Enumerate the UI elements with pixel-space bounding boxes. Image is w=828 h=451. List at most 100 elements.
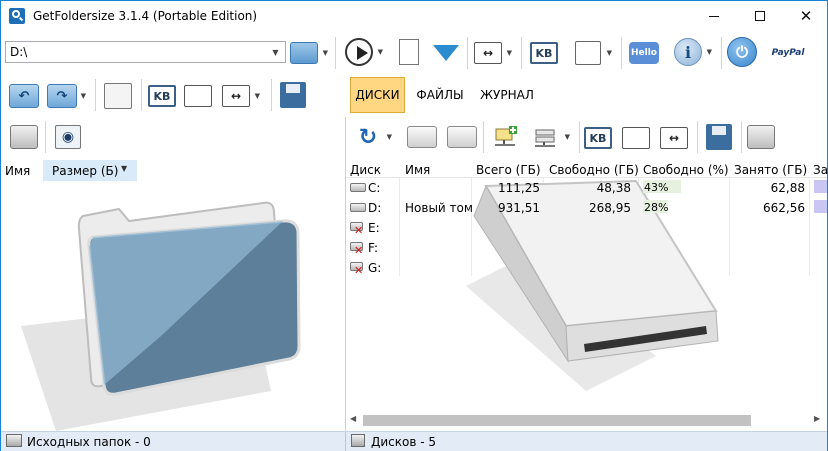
column-header-drive[interactable]: Диск [350,163,381,177]
scrollbar-thumb[interactable] [363,415,751,426]
scroll-left-icon[interactable]: ◀ [350,414,356,423]
right-autosize-button[interactable]: ↔ [659,123,689,153]
folder-forward-icon: ↷ [47,84,77,108]
paypal-donate-button[interactable]: PayPal [772,38,804,68]
tab-log[interactable]: ЖУРНАЛ [475,77,539,113]
drive-status-icon [6,434,22,447]
tab-files[interactable]: ФАЙЛЫ [412,77,468,113]
column-header-used-percent[interactable]: Зан [813,163,828,177]
table-row[interactable]: ✕ G: [346,258,827,278]
save-icon [706,124,732,150]
document-icon [399,39,419,65]
right-print-button[interactable] [746,122,776,152]
folders-pane[interactable] [1,181,345,431]
drive-options-button[interactable]: ▼ [531,122,570,152]
column-header-free[interactable]: Свободно (ГБ) [549,163,639,177]
hard-drive-icon [350,203,366,212]
close-button[interactable]: ✕ [783,1,828,31]
info-button[interactable]: i ▼ [673,37,712,67]
chevron-down-icon[interactable]: ▼ [268,44,283,60]
add-network-drive-button[interactable] [491,122,521,152]
left-columns-button[interactable] [183,81,213,111]
title-bar: GetFoldersize 3.1.4 (Portable Edition) ✕ [1,1,827,31]
chevron-down-icon[interactable]: ▼ [387,133,392,141]
save-icon [280,82,306,108]
zoom-in-button[interactable] [407,122,437,152]
drive-letter: G: [368,261,382,275]
column-header-total[interactable]: Всего (ГБ) [476,163,541,177]
column-header-free-percent[interactable]: Свободно (%) [643,163,729,177]
power-icon: ⏻ [727,37,757,67]
column-header-used[interactable]: Занято (ГБ) [734,163,807,177]
path-combobox[interactable]: D:\ ▼ [5,41,286,63]
report-button[interactable] [394,37,424,67]
columns-icon [622,127,650,149]
chevron-down-icon[interactable]: ▼ [323,49,328,57]
refresh-icon: ↻ [358,124,378,150]
start-scan-button[interactable]: ▼ [344,37,383,67]
maximize-button[interactable] [737,1,783,31]
left-autosize-button[interactable]: ↔ ▼ [221,81,260,111]
kb-icon: KB [530,42,558,64]
table-row[interactable]: C: 111,25 48,38 43% 62,88 [346,178,827,198]
gear-icon [104,83,132,109]
table-row[interactable]: D: Новый том 931,51 268,95 28% 662,56 [346,198,827,218]
forward-button[interactable]: ↷ ▼ [47,81,86,111]
chevron-down-icon[interactable]: ▼ [607,49,612,57]
find-button[interactable]: ◉ [53,122,83,152]
drive-letter: F: [368,241,379,255]
column-header-name[interactable]: Имя [5,164,30,178]
zoom-in-icon [407,126,437,148]
right-units-kb-button[interactable]: KB [583,123,613,153]
hard-drive-icon [350,183,366,192]
empty-folder-illustration-icon [21,201,301,431]
table-row[interactable]: ✕ E: [346,218,827,238]
filter-button[interactable] [431,38,461,68]
maximize-icon [755,11,765,21]
filter-icon [433,45,459,61]
refresh-button[interactable]: ↻ ▼ [353,122,392,152]
expand-columns-button[interactable]: ↔ ▼ [473,38,512,68]
table-row[interactable]: ✕ F: [346,238,827,258]
right-save-button[interactable] [704,122,734,152]
drive-letter: E: [368,221,380,235]
app-window: GetFoldersize 3.1.4 (Portable Edition) ✕… [0,0,828,451]
add-folder-button[interactable]: ▼ [289,38,328,68]
checklist-button[interactable]: ▼ [573,38,612,68]
chevron-down-icon[interactable]: ▼ [565,133,570,141]
chevron-down-icon[interactable]: ▼ [507,49,512,57]
column-header-size[interactable]: Размер (Б) [52,164,118,178]
chevron-down-icon[interactable]: ▼ [378,48,383,56]
units-kb-button[interactable]: KB [529,38,559,68]
drive-name: Новый том [405,201,473,215]
play-icon [345,38,373,66]
drive-used: 662,56 [763,201,805,215]
column-header-name[interactable]: Имя [405,163,430,177]
chevron-down-icon[interactable]: ▼ [707,48,712,56]
network-drive-icon [492,125,520,149]
left-save-button[interactable] [278,80,308,110]
chevron-down-icon[interactable]: ▼ [121,164,127,173]
chevron-down-icon[interactable]: ▼ [81,92,86,100]
zoom-out-button[interactable] [447,122,477,152]
minimize-button[interactable] [691,1,737,31]
drive-free: 268,95 [589,201,631,215]
drive-used: 62,88 [770,181,805,195]
drive-free: 48,38 [596,181,631,195]
drive-total: 931,51 [498,201,540,215]
left-units-kb-button[interactable]: KB [147,81,177,111]
window-title: GetFoldersize 3.1.4 (Portable Edition) [33,9,258,23]
exit-button[interactable]: ⏻ [727,37,757,67]
right-columns-button[interactable] [621,123,651,153]
status-source-folders: Исходных папок - 0 [27,435,151,449]
hello-button[interactable]: Hello [629,38,659,68]
settings-button[interactable] [103,81,133,111]
drive-free-percent: 43% [644,181,669,194]
tab-disks[interactable]: ДИСКИ [350,77,405,113]
back-button[interactable]: ↶ [9,81,39,111]
print-button[interactable] [9,122,39,152]
scroll-right-icon[interactable]: ▶ [814,414,820,423]
disk-status-icon [351,434,365,447]
chevron-down-icon[interactable]: ▼ [255,92,260,100]
drive-total: 111,25 [498,181,540,195]
